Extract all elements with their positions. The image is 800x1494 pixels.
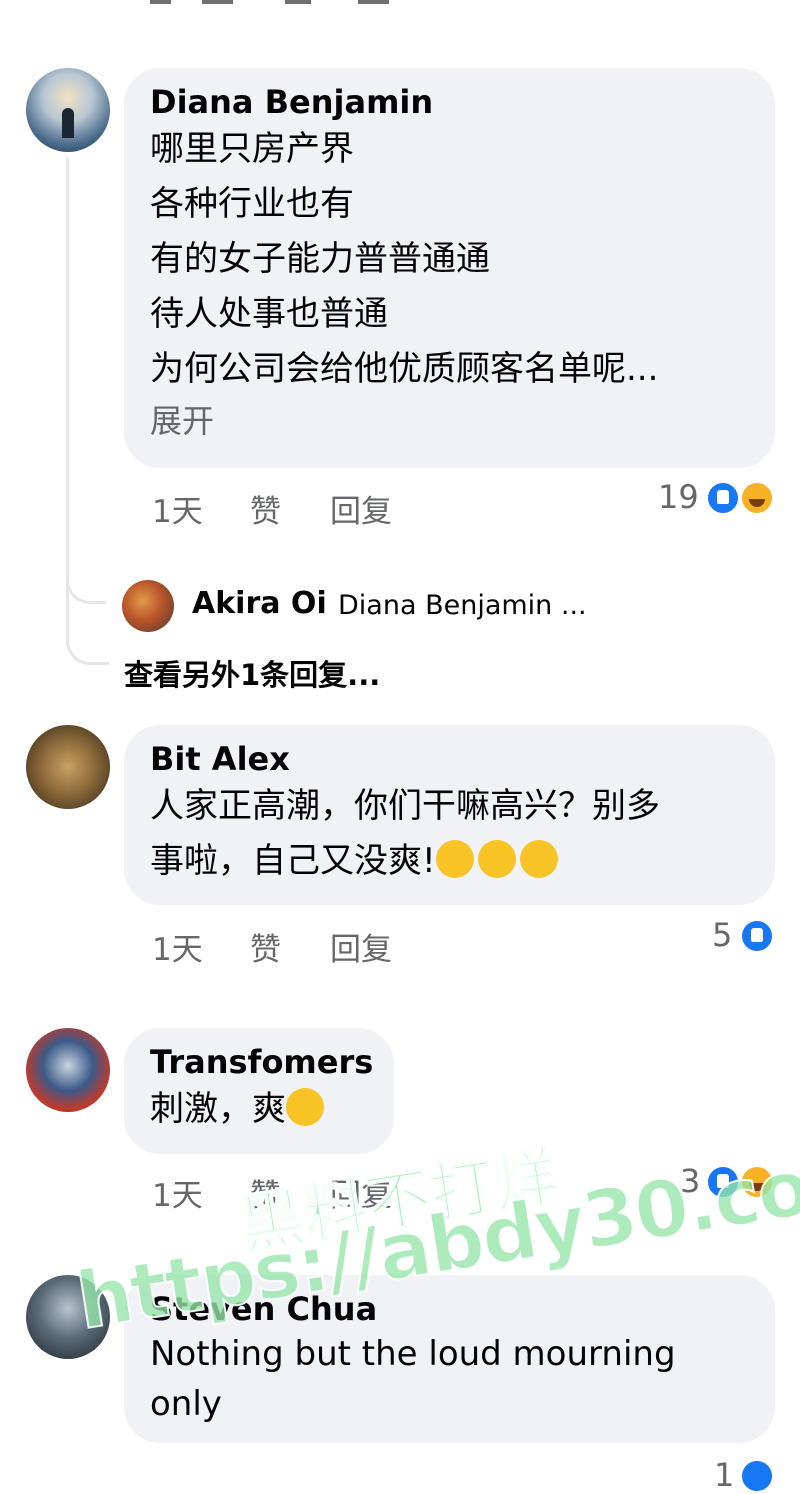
avatar-transfomers[interactable] — [26, 1028, 110, 1112]
comment-line: only — [150, 1384, 222, 1424]
comment-time: 1天 — [152, 1178, 203, 1214]
like-button[interactable]: 赞 — [250, 486, 281, 531]
comment-line: 各种行业也有 — [150, 184, 354, 224]
rolling-laughing-emoji — [286, 1088, 324, 1126]
comment-line: 待人处事也普通 — [150, 294, 388, 334]
like-reaction-icon — [740, 919, 774, 953]
comment-time: 1天 — [152, 494, 203, 530]
tears-of-joy-emoji — [435, 840, 474, 878]
comment-bubble-diana[interactable]: Diana Benjamin 哪里只房产界 各种行业也有 有的女子能力普普通通 … — [124, 68, 775, 468]
comment-author[interactable]: Diana Benjamin — [150, 82, 749, 122]
like-reaction-icon — [706, 481, 740, 515]
view-more-replies-link[interactable]: 查看另外1条回复... — [124, 652, 380, 694]
reaction-count[interactable]: 5 — [712, 916, 732, 954]
comment-line: Nothing but the loud mourning — [150, 1334, 676, 1374]
comment-author[interactable]: Transfomers — [150, 1042, 373, 1082]
like-button[interactable]: 赞 — [250, 924, 281, 969]
reply-snippet[interactable]: Diana Benjamin ... — [338, 590, 587, 621]
comment-line: 有的女子能力普普通通 — [150, 239, 490, 279]
reaction-count[interactable]: 1 — [714, 1456, 734, 1494]
reply-author[interactable]: Akira Oi — [192, 586, 327, 621]
expand-link[interactable]: 展开 — [150, 397, 749, 445]
figure-icon — [62, 108, 74, 138]
comment-bubble-transfomers[interactable]: Transfomers 刺激，爽 — [124, 1028, 394, 1154]
comment-line-text: 事啦，自己又没爽! — [150, 841, 436, 881]
comment-time: 1天 — [152, 932, 203, 968]
haha-reaction-icon — [740, 481, 774, 515]
comment-line-text: 刺激，爽 — [150, 1089, 286, 1129]
like-reaction-icon — [740, 1459, 774, 1493]
heart-eyes-emoji — [477, 840, 516, 878]
reply-button[interactable]: 回复 — [330, 924, 392, 969]
comment-author[interactable]: Bit Alex — [150, 739, 749, 779]
avatar-akira-oi[interactable] — [122, 580, 174, 632]
comment-line: 为何公司会给他优质顾客名单呢... — [150, 349, 659, 389]
smiling-hearts-emoji — [519, 840, 558, 878]
comment-line: 哪里只房产界 — [150, 129, 354, 169]
comment-bubble-bit-alex[interactable]: Bit Alex 人家正高潮，你们干嘛高兴？别多 事啦，自己又没爽! — [124, 725, 775, 905]
avatar-bit-alex[interactable] — [26, 725, 110, 809]
comment-line: 人家正高潮，你们干嘛高兴？别多 — [150, 786, 660, 826]
comment-line: 刺激，爽 — [150, 1082, 368, 1137]
cut-off-previous-text — [150, 0, 410, 4]
avatar-diana-benjamin[interactable] — [26, 68, 110, 152]
reaction-count[interactable]: 19 — [658, 478, 699, 516]
comment-line: 事啦，自己又没爽! — [150, 834, 749, 889]
reply-button[interactable]: 回复 — [330, 486, 392, 531]
